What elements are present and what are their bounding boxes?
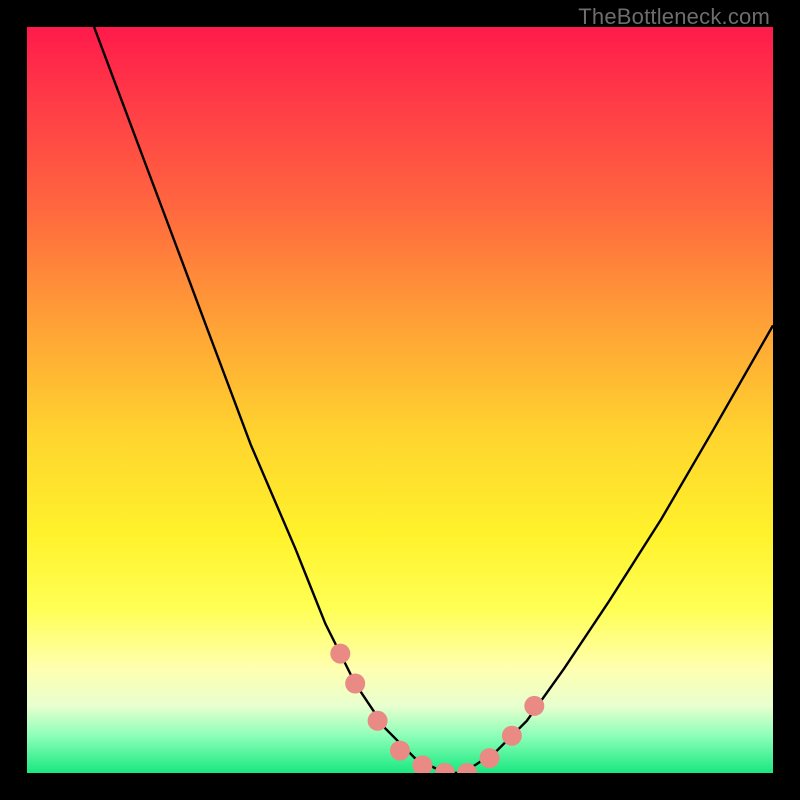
chart-plot-area xyxy=(27,27,773,773)
bottleneck-curve xyxy=(94,27,773,773)
watermark-text: TheBottleneck.com xyxy=(578,4,770,30)
marker-h xyxy=(480,748,500,768)
marker-c xyxy=(368,711,388,731)
marker-a xyxy=(330,644,350,664)
marker-d xyxy=(390,741,410,761)
curve-markers xyxy=(330,644,544,773)
marker-j xyxy=(524,696,544,716)
marker-f xyxy=(435,763,455,773)
chart-frame: TheBottleneck.com xyxy=(0,0,800,800)
marker-i xyxy=(502,726,522,746)
marker-b xyxy=(345,674,365,694)
bottleneck-chart-svg xyxy=(27,27,773,773)
